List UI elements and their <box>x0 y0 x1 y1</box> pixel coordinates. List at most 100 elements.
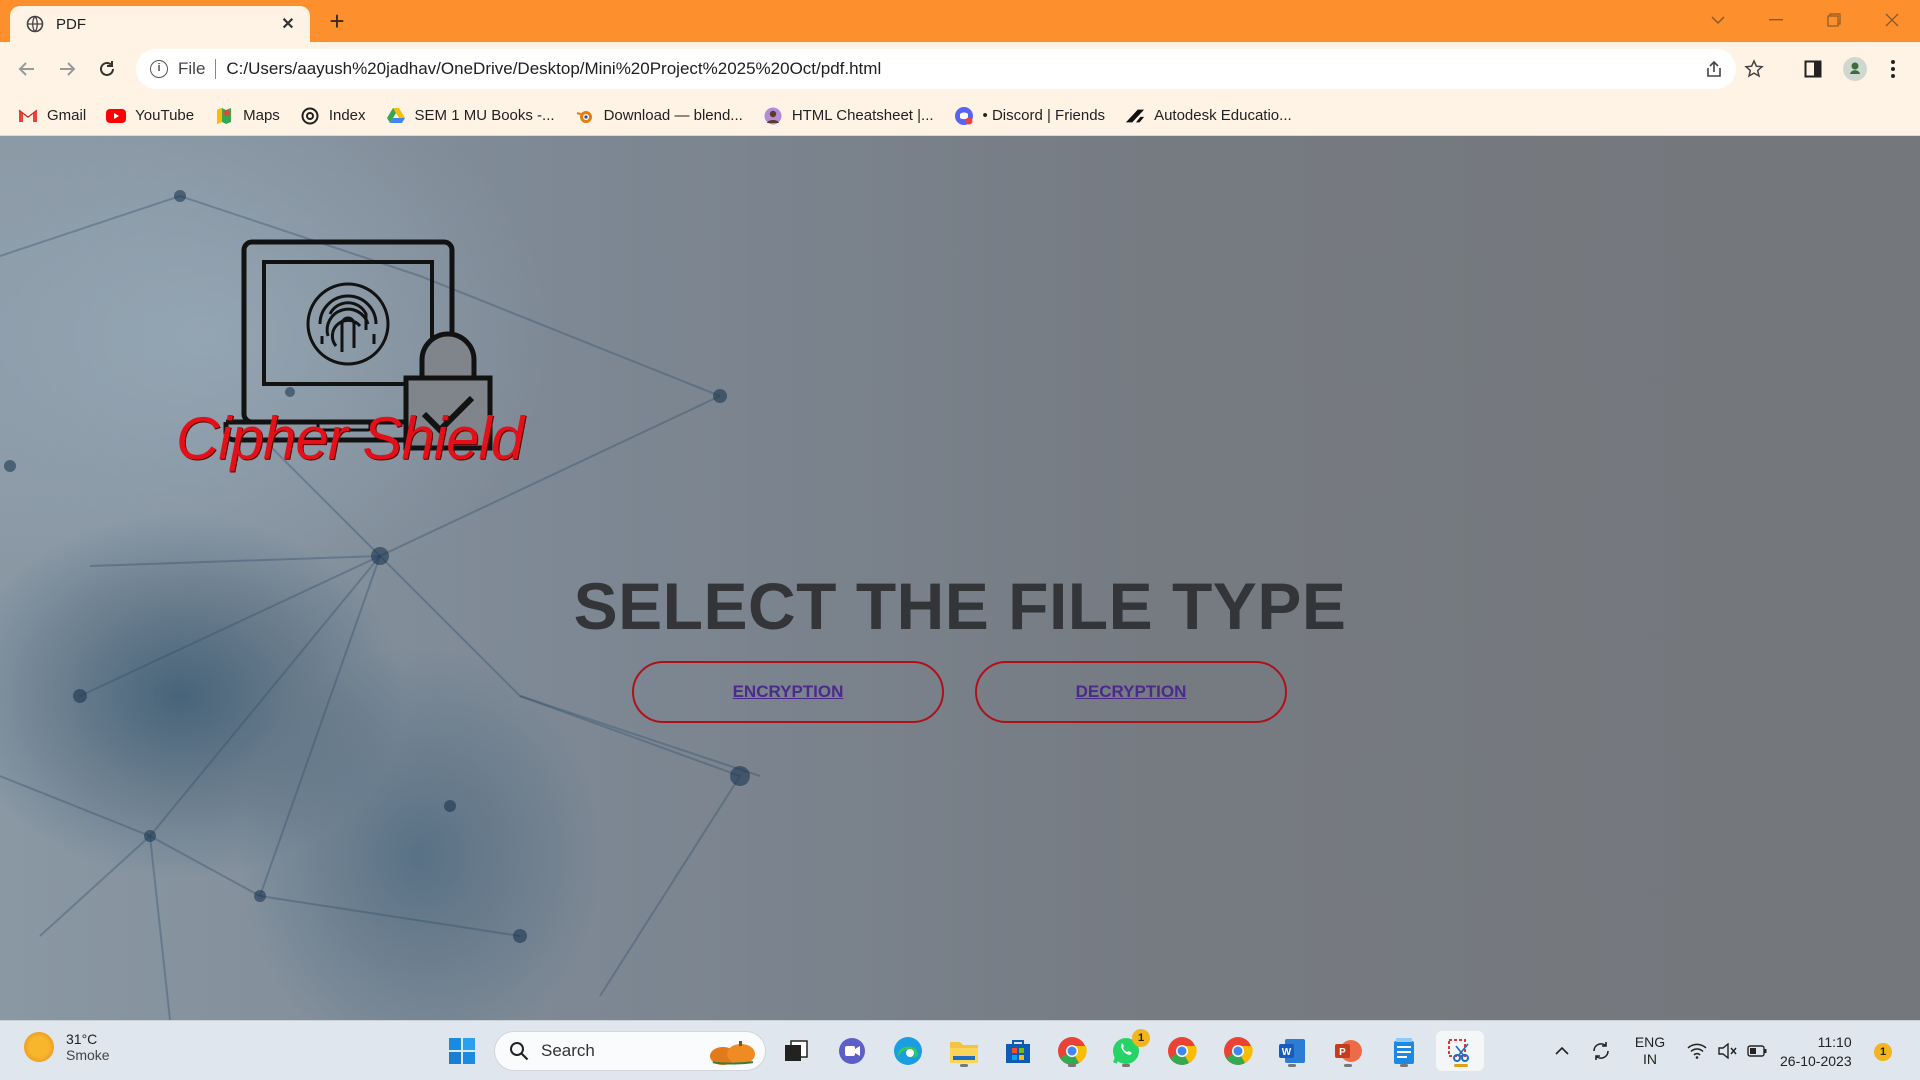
system-clock[interactable]: 11:10 26-10-2023 <box>1780 1033 1852 1071</box>
search-icon <box>510 1042 529 1061</box>
back-arrow-icon[interactable] <box>12 54 42 84</box>
minimize-button[interactable] <box>1748 0 1804 40</box>
address-toolbar: i File C:/Users/aayush%20jadhav/OneDrive… <box>0 42 1920 96</box>
battery-icon[interactable] <box>1744 1021 1770 1080</box>
restore-button[interactable] <box>1806 0 1862 40</box>
new-tab-button[interactable]: + <box>322 8 352 36</box>
maps-icon <box>214 107 234 125</box>
whatsapp-icon[interactable]: 1 <box>1106 1029 1150 1071</box>
clock-time: 11:10 <box>1817 1034 1852 1050</box>
bookmark-blender[interactable]: Download — blend... <box>575 107 743 125</box>
bookmark-label: YouTube <box>135 107 195 124</box>
address-bar[interactable]: i File C:/Users/aayush%20jadhav/OneDrive… <box>136 49 1764 89</box>
running-indicator <box>1288 1064 1296 1067</box>
avatar-icon <box>763 107 783 125</box>
svg-text:W: W <box>1282 1047 1292 1058</box>
weather-widget[interactable]: 31°C Smoke <box>24 1031 110 1063</box>
bookmark-label: HTML Cheatsheet |... <box>791 107 934 124</box>
bookmark-maps[interactable]: Maps <box>214 107 280 125</box>
share-icon[interactable] <box>1696 49 1732 89</box>
address-divider <box>215 59 217 79</box>
bookmark-sem1-books[interactable]: SEM 1 MU Books -... <box>386 107 555 125</box>
file-explorer-icon[interactable] <box>944 1031 984 1071</box>
language-region: IN <box>1643 1051 1657 1067</box>
youtube-icon <box>106 107 127 125</box>
windows-taskbar: 31°C Smoke Search 1 W P ENG IN 11:10 26-… <box>0 1020 1920 1080</box>
sync-icon[interactable] <box>1586 1021 1616 1080</box>
weather-description: Smoke <box>66 1047 110 1063</box>
clock-date: 26-10-2023 <box>1780 1053 1852 1069</box>
weather-temperature: 31°C <box>66 1031 98 1047</box>
bookmark-label: Maps <box>243 107 280 124</box>
show-hidden-icons-chevron-icon[interactable] <box>1548 1021 1576 1080</box>
chrome-profile-2-icon[interactable] <box>1162 1031 1202 1071</box>
chrome-profile-3-icon[interactable] <box>1218 1031 1258 1071</box>
tab-close-icon[interactable]: ✕ <box>278 14 298 34</box>
address-scheme: File <box>178 59 206 78</box>
bookmark-star-icon[interactable] <box>1736 49 1772 89</box>
snipping-tool-icon[interactable] <box>1436 1031 1484 1071</box>
teams-chat-icon[interactable] <box>832 1031 872 1071</box>
weather-sun-icon <box>24 1032 54 1062</box>
bookmark-label: Autodesk Educatio... <box>1154 107 1292 124</box>
bookmark-autodesk[interactable]: Autodesk Educatio... <box>1125 107 1292 125</box>
bookmark-label: Download — blend... <box>603 107 743 124</box>
globe-icon <box>26 15 44 33</box>
word-icon[interactable]: W <box>1272 1031 1312 1071</box>
bookmark-label: SEM 1 MU Books -... <box>414 107 555 124</box>
bookmark-label: • Discord | Friends <box>982 107 1106 124</box>
windows-start-icon[interactable] <box>442 1031 482 1071</box>
url-text[interactable]: C:/Users/aayush%20jadhav/OneDrive/Deskto… <box>226 59 881 79</box>
running-indicator <box>1400 1064 1408 1067</box>
running-indicator <box>960 1064 968 1067</box>
edge-browser-icon[interactable] <box>888 1031 928 1071</box>
chrome-icon[interactable] <box>1052 1031 1092 1071</box>
bookmark-gmail[interactable]: Gmail <box>18 107 86 125</box>
drive-icon <box>386 107 406 125</box>
tab-search-chevron-icon[interactable] <box>1690 0 1746 40</box>
bookmark-youtube[interactable]: YouTube <box>106 107 194 125</box>
taskbar-search-box[interactable]: Search <box>494 1031 766 1071</box>
gmail-icon <box>18 107 38 125</box>
page-viewport: Cipher Shield SELECT THE FILE TYPE ENCRY… <box>0 136 1920 1020</box>
decryption-button[interactable]: DECRYPTION <box>975 661 1287 723</box>
powerpoint-icon[interactable]: P <box>1328 1031 1368 1071</box>
profile-avatar[interactable] <box>1840 54 1870 84</box>
encryption-link[interactable]: ENCRYPTION <box>733 682 844 702</box>
bookmark-label: Index <box>328 107 366 124</box>
wifi-icon[interactable] <box>1684 1021 1710 1080</box>
decryption-link[interactable]: DECRYPTION <box>1076 682 1187 702</box>
microsoft-store-icon[interactable] <box>998 1031 1038 1071</box>
site-info-icon[interactable]: i <box>150 60 168 78</box>
running-indicator <box>1122 1064 1130 1067</box>
bookmark-label: Gmail <box>47 107 87 124</box>
notepad-icon[interactable] <box>1384 1031 1424 1071</box>
notification-badge[interactable]: 1 <box>1874 1043 1892 1061</box>
bookmark-html-cheatsheet[interactable]: HTML Cheatsheet |... <box>763 107 934 125</box>
side-panel-icon[interactable] <box>1798 54 1828 84</box>
tab-title: PDF <box>56 15 86 33</box>
encryption-button[interactable]: ENCRYPTION <box>632 661 944 723</box>
forward-arrow-icon[interactable] <box>52 54 82 84</box>
whatsapp-badge: 1 <box>1132 1029 1150 1047</box>
browser-tab-strip: PDF ✕ + <box>0 0 1920 42</box>
search-placeholder: Search <box>541 1041 595 1060</box>
svg-text:P: P <box>1339 1047 1346 1058</box>
running-indicator <box>1344 1064 1352 1067</box>
page-title: SELECT THE FILE TYPE <box>573 569 1347 643</box>
blender-icon <box>575 107 595 125</box>
bookmark-discord[interactable]: • Discord | Friends <box>954 106 1106 125</box>
close-window-button[interactable] <box>1864 0 1920 40</box>
menu-kebab-icon[interactable] <box>1878 54 1908 84</box>
tab-pdf[interactable]: PDF ✕ <box>10 6 310 42</box>
index-icon <box>300 107 320 125</box>
volume-muted-icon[interactable] <box>1714 1021 1740 1080</box>
task-view-icon[interactable] <box>776 1031 816 1071</box>
running-indicator <box>1068 1064 1076 1067</box>
bookmark-index[interactable]: Index <box>300 107 366 125</box>
active-indicator <box>1454 1064 1468 1067</box>
brand-name: Cipher Shield <box>176 405 524 472</box>
reload-icon[interactable] <box>92 54 122 84</box>
language-indicator[interactable]: ENG IN <box>1628 1021 1672 1080</box>
autodesk-icon <box>1125 107 1145 125</box>
